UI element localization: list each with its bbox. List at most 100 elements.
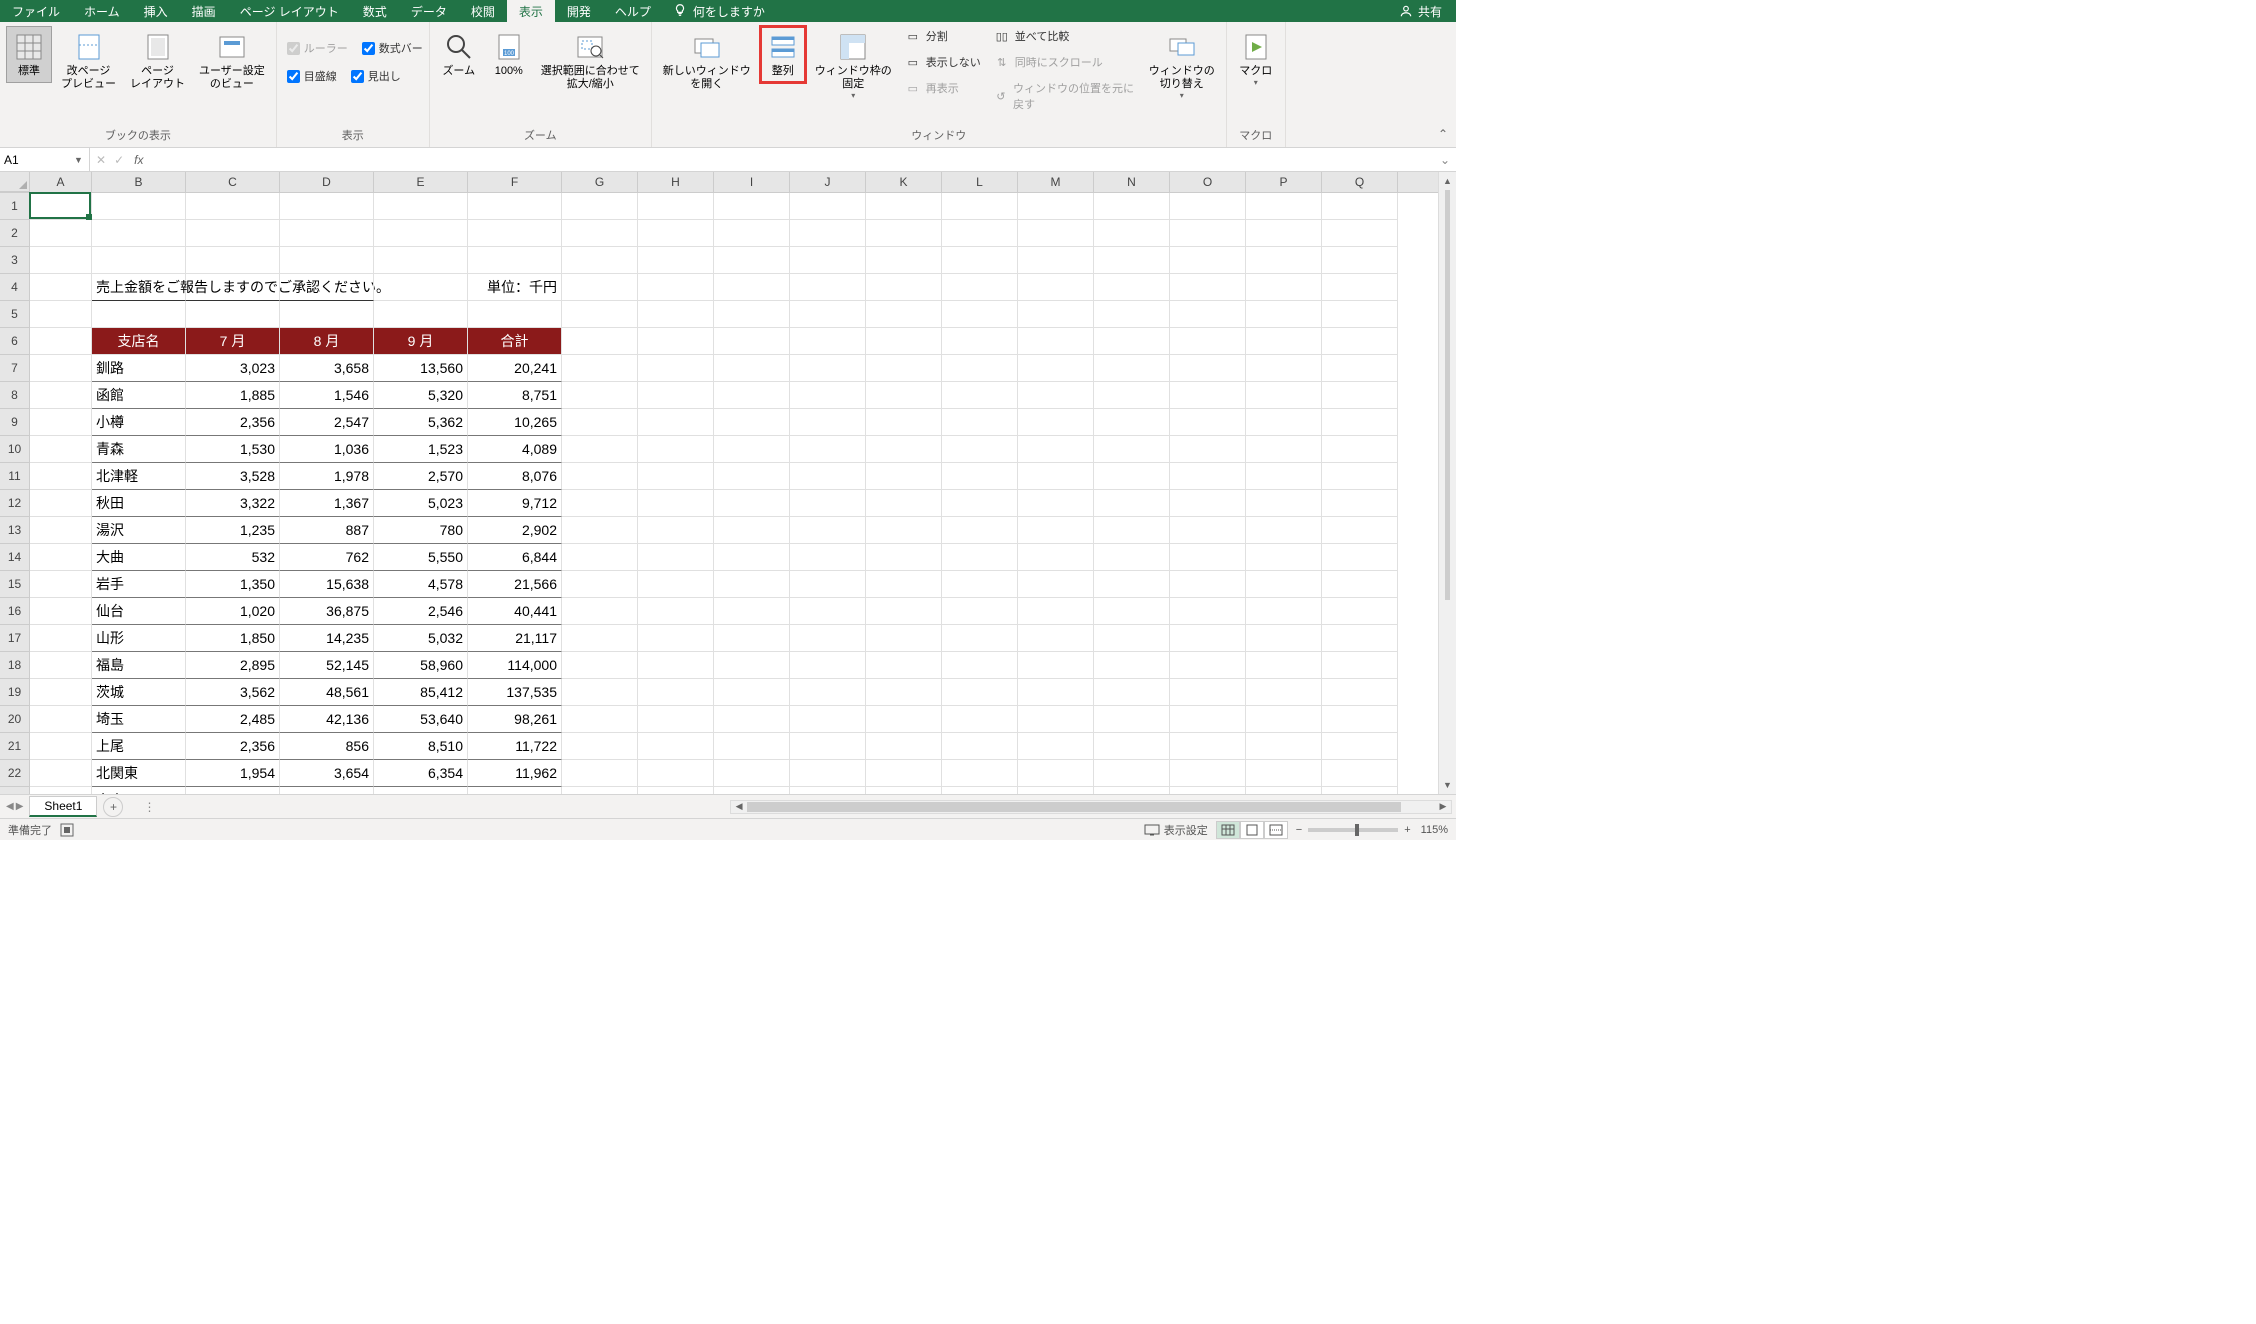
scroll-right-button[interactable]: ▶: [1435, 801, 1451, 813]
cell[interactable]: [942, 436, 1018, 463]
column-header[interactable]: G: [562, 172, 638, 192]
cell[interactable]: [92, 193, 186, 220]
cell[interactable]: 2,902: [468, 517, 562, 544]
share-button[interactable]: 共有: [1385, 0, 1456, 22]
cell[interactable]: 岩手: [92, 571, 186, 598]
cell[interactable]: 7 月: [186, 328, 280, 355]
cell[interactable]: [942, 787, 1018, 794]
new-window-button[interactable]: 新しいウィンドウ を開く: [658, 26, 756, 96]
row-header[interactable]: 10: [0, 436, 30, 463]
cell[interactable]: [562, 544, 638, 571]
column-header[interactable]: D: [280, 172, 374, 192]
cell[interactable]: 3,654: [280, 760, 374, 787]
cell[interactable]: [1170, 517, 1246, 544]
row-header[interactable]: 11: [0, 463, 30, 490]
cell[interactable]: [30, 328, 92, 355]
cell[interactable]: [942, 328, 1018, 355]
cell[interactable]: [866, 328, 942, 355]
cell[interactable]: [1246, 787, 1322, 794]
cell[interactable]: [638, 490, 714, 517]
cell[interactable]: [638, 598, 714, 625]
cell[interactable]: [1018, 571, 1094, 598]
cell[interactable]: [1170, 571, 1246, 598]
cell[interactable]: [1094, 571, 1170, 598]
view-pagelayout-button[interactable]: ページ レイアウト: [125, 26, 190, 96]
cell[interactable]: 6,354: [374, 760, 468, 787]
cell[interactable]: [1322, 355, 1398, 382]
cell[interactable]: 58,960: [374, 652, 468, 679]
cell[interactable]: [1170, 625, 1246, 652]
cell[interactable]: [942, 652, 1018, 679]
cell[interactable]: 14,235: [280, 625, 374, 652]
tab-page-layout[interactable]: ページ レイアウト: [228, 0, 351, 22]
cell[interactable]: [1246, 409, 1322, 436]
cell[interactable]: [638, 517, 714, 544]
cell[interactable]: [30, 787, 92, 794]
cell[interactable]: [790, 193, 866, 220]
cell[interactable]: [1018, 220, 1094, 247]
cell[interactable]: [1322, 598, 1398, 625]
tab-data[interactable]: データ: [399, 0, 459, 22]
cell[interactable]: [1094, 787, 1170, 794]
cell[interactable]: [638, 652, 714, 679]
cell[interactable]: [790, 679, 866, 706]
cell[interactable]: 3,658: [280, 355, 374, 382]
cell[interactable]: 5,320: [374, 382, 468, 409]
cell[interactable]: [374, 301, 468, 328]
cell[interactable]: [790, 382, 866, 409]
cell[interactable]: [1094, 193, 1170, 220]
cell[interactable]: [638, 409, 714, 436]
cell[interactable]: [1170, 193, 1246, 220]
cell[interactable]: [1246, 463, 1322, 490]
cell[interactable]: [866, 247, 942, 274]
freeze-panes-button[interactable]: ウィンドウ枠の 固定 ▾: [810, 26, 897, 105]
cell[interactable]: 532: [186, 544, 280, 571]
cell[interactable]: [942, 193, 1018, 220]
row-header[interactable]: 7: [0, 355, 30, 382]
cell[interactable]: [638, 760, 714, 787]
cell[interactable]: [942, 760, 1018, 787]
cell[interactable]: 2,530: [280, 787, 374, 794]
cell[interactable]: [1170, 787, 1246, 794]
row-header[interactable]: 20: [0, 706, 30, 733]
cell[interactable]: [942, 463, 1018, 490]
cell[interactable]: 青森: [92, 436, 186, 463]
cell[interactable]: [866, 274, 942, 301]
cell[interactable]: [714, 679, 790, 706]
cell[interactable]: [30, 409, 92, 436]
tab-scroll-splitter[interactable]: ⋮: [143, 800, 149, 814]
cell[interactable]: [790, 220, 866, 247]
cell[interactable]: [866, 382, 942, 409]
cell[interactable]: [562, 382, 638, 409]
cell[interactable]: [1094, 652, 1170, 679]
cell[interactable]: [866, 679, 942, 706]
cell[interactable]: [866, 787, 942, 794]
cell[interactable]: [1322, 409, 1398, 436]
cell[interactable]: [714, 382, 790, 409]
cell[interactable]: [942, 625, 1018, 652]
cell[interactable]: [1018, 436, 1094, 463]
cell[interactable]: [1018, 382, 1094, 409]
cell[interactable]: [1018, 490, 1094, 517]
cell[interactable]: [790, 787, 866, 794]
sheet-nav-prev[interactable]: ◀: [6, 801, 14, 812]
cell[interactable]: [1094, 301, 1170, 328]
tab-view[interactable]: 表示: [507, 0, 555, 22]
cell[interactable]: 釧路: [92, 355, 186, 382]
cell[interactable]: [30, 193, 92, 220]
cell[interactable]: 8 月: [280, 328, 374, 355]
cell[interactable]: 北関東: [92, 760, 186, 787]
zoom-track[interactable]: [1308, 828, 1398, 832]
row-header[interactable]: 17: [0, 625, 30, 652]
cell[interactable]: 5,362: [374, 409, 468, 436]
cell[interactable]: 2,547: [280, 409, 374, 436]
cell[interactable]: [714, 760, 790, 787]
cell[interactable]: [1094, 733, 1170, 760]
cell[interactable]: [790, 760, 866, 787]
cell[interactable]: 2,546: [374, 598, 468, 625]
cell[interactable]: [1170, 274, 1246, 301]
cell[interactable]: [280, 220, 374, 247]
column-header[interactable]: Q: [1322, 172, 1398, 192]
cell[interactable]: 2,895: [186, 652, 280, 679]
cell[interactable]: 137,535: [468, 679, 562, 706]
